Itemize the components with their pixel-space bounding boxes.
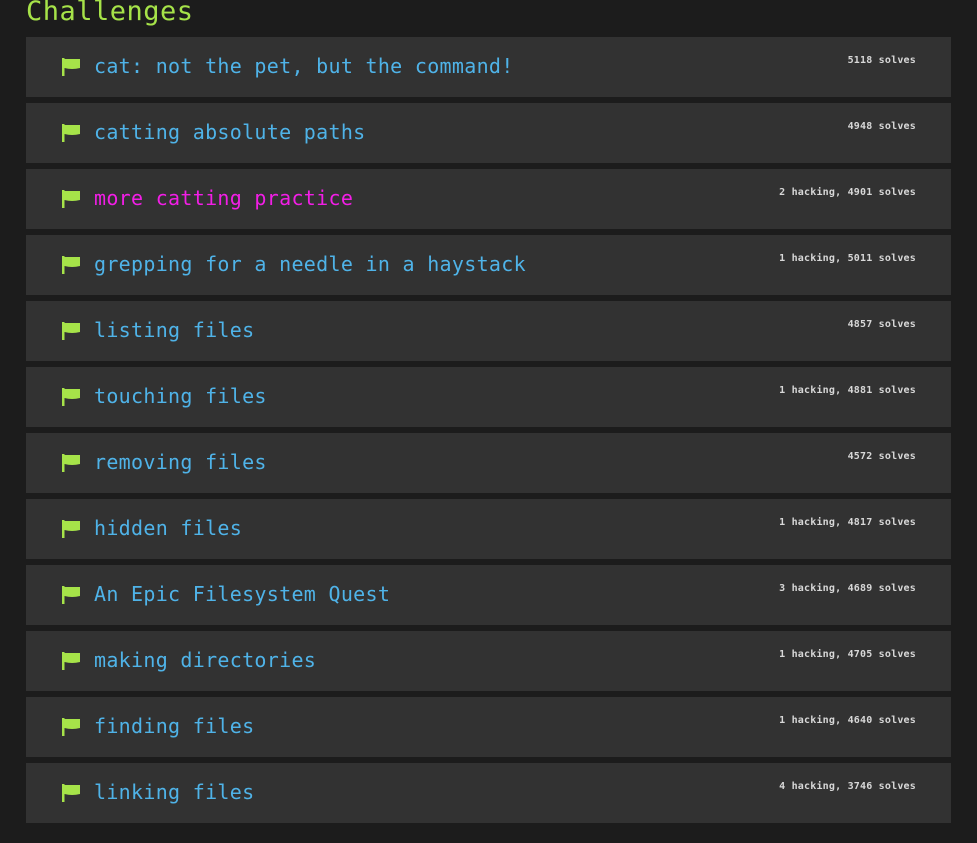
flag-icon (62, 454, 80, 472)
challenge-title[interactable]: catting absolute paths (94, 119, 366, 145)
challenge-title[interactable]: linking files (94, 779, 254, 805)
challenge-title[interactable]: An Epic Filesystem Quest (94, 581, 390, 607)
challenge-row[interactable]: grepping for a needle in a haystack 1 ha… (26, 235, 951, 295)
challenge-stats: 4 hacking, 3746 solves (779, 781, 916, 792)
challenge-stats: 1 hacking, 4817 solves (779, 517, 916, 528)
flag-icon (62, 784, 80, 802)
challenge-stats: 4948 solves (847, 121, 916, 132)
challenge-stats: 1 hacking, 4705 solves (779, 649, 916, 660)
challenge-title[interactable]: grepping for a needle in a haystack (94, 251, 526, 277)
challenges-page: Challenges cat: not the pet, but the com… (0, 0, 977, 843)
challenge-title[interactable]: finding files (94, 713, 254, 739)
challenge-stats: 1 hacking, 4640 solves (779, 715, 916, 726)
challenge-row[interactable]: finding files 1 hacking, 4640 solves (26, 697, 951, 757)
challenge-stats: 5118 solves (847, 55, 916, 66)
challenge-row[interactable]: An Epic Filesystem Quest 3 hacking, 4689… (26, 565, 951, 625)
challenge-title[interactable]: hidden files (94, 515, 242, 541)
challenge-title[interactable]: listing files (94, 317, 254, 343)
challenge-row[interactable]: catting absolute paths 4948 solves (26, 103, 951, 163)
challenge-row[interactable]: listing files 4857 solves (26, 301, 951, 361)
flag-icon (62, 718, 80, 736)
challenge-row[interactable]: making directories 1 hacking, 4705 solve… (26, 631, 951, 691)
flag-icon (62, 190, 80, 208)
flag-icon (62, 388, 80, 406)
challenge-title[interactable]: making directories (94, 647, 316, 673)
challenge-row[interactable]: removing files 4572 solves (26, 433, 951, 493)
challenge-stats: 4572 solves (847, 451, 916, 462)
flag-icon (62, 520, 80, 538)
flag-icon (62, 124, 80, 142)
challenge-row[interactable]: touching files 1 hacking, 4881 solves (26, 367, 951, 427)
challenge-stats: 3 hacking, 4689 solves (779, 583, 916, 594)
challenge-list: cat: not the pet, but the command! 5118 … (26, 37, 951, 829)
flag-icon (62, 256, 80, 274)
challenge-row[interactable]: cat: not the pet, but the command! 5118 … (26, 37, 951, 97)
challenge-title[interactable]: cat: not the pet, but the command! (94, 53, 514, 79)
challenge-title[interactable]: touching files (94, 383, 267, 409)
challenge-row[interactable]: hidden files 1 hacking, 4817 solves (26, 499, 951, 559)
challenge-title[interactable]: more catting practice (94, 185, 353, 211)
flag-icon (62, 322, 80, 340)
flag-icon (62, 586, 80, 604)
challenge-stats: 2 hacking, 4901 solves (779, 187, 916, 198)
challenge-title[interactable]: removing files (94, 449, 267, 475)
flag-icon (62, 58, 80, 76)
page-heading: Challenges (26, 0, 194, 27)
challenge-stats: 4857 solves (847, 319, 916, 330)
challenge-row[interactable]: more catting practice 2 hacking, 4901 so… (26, 169, 951, 229)
challenge-stats: 1 hacking, 5011 solves (779, 253, 916, 264)
challenge-row[interactable]: linking files 4 hacking, 3746 solves (26, 763, 951, 823)
challenge-stats: 1 hacking, 4881 solves (779, 385, 916, 396)
flag-icon (62, 652, 80, 670)
